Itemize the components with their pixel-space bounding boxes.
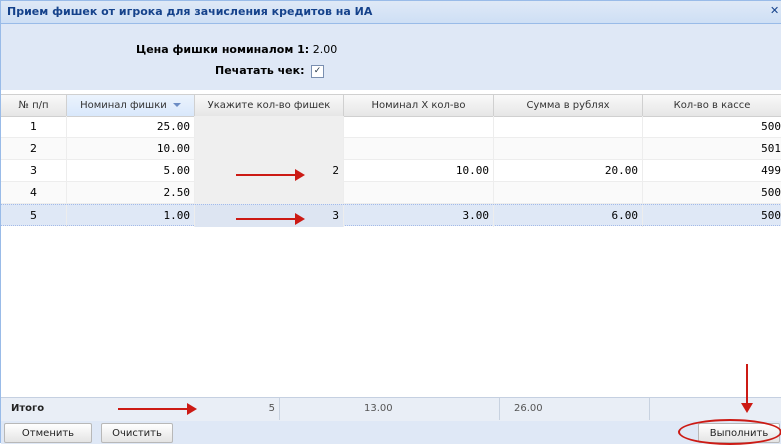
cell-quantity-input[interactable] [195,182,344,204]
column-header-quantity[interactable]: Укажите кол-во фишек [195,95,344,116]
annotation-arrow [236,213,305,225]
table-row[interactable]: 2 10.00 501 [1,138,781,160]
annotation-highlight-oval [678,419,781,445]
cancel-button[interactable]: Отменить [4,423,92,443]
clear-button[interactable]: Очистить [101,423,173,443]
cell-number: 3 [1,160,67,182]
totals-quantity: 5 [195,398,280,420]
print-receipt-label: Печатать чек: [215,64,305,77]
cell-cash: 500 [643,205,781,227]
cell-number: 5 [1,205,67,227]
cell-quantity-input[interactable] [195,138,344,160]
cell-sum [494,138,643,160]
dialog-window: Прием фишек от игрока для зачисления кре… [0,0,781,445]
column-header-nominal-label: Номинал фишки [80,100,167,111]
cell-sum [494,116,643,138]
table-row[interactable]: 1 25.00 500 [1,116,781,138]
sort-desc-icon [172,103,181,107]
grid-header: № п/п Номинал фишки Укажите кол-во фишек… [1,94,781,117]
cell-number: 1 [1,116,67,138]
cell-number: 2 [1,138,67,160]
column-header-product[interactable]: Номинал Х кол-во [344,95,494,116]
table-row-selected[interactable]: 5 1.00 3 3.00 6.00 500 [1,204,781,227]
dialog-titlebar[interactable]: Прием фишек от игрока для зачисления кре… [1,1,781,24]
cell-product: 3.00 [344,205,494,227]
cell-nominal: 2.50 [67,182,195,204]
button-bar: Отменить Очистить Выполнить [1,421,781,444]
price-row: Цена фишки номиналом 1: 2.00 [136,43,337,56]
price-value: 2.00 [312,43,338,56]
chips-grid: № п/п Номинал фишки Укажите кол-во фишек… [1,90,781,397]
print-receipt-checkbox[interactable]: ✓ [310,64,324,78]
cell-nominal: 10.00 [67,138,195,160]
cell-nominal: 5.00 [67,160,195,182]
cell-sum [494,182,643,204]
close-icon[interactable]: ✕ [770,4,781,18]
print-row: Печатать чек: ✓ [215,64,324,78]
cell-quantity-input[interactable]: 3 [195,205,344,227]
cell-sum: 20.00 [494,160,643,182]
column-header-sum[interactable]: Сумма в рублях [494,95,643,116]
cell-nominal: 25.00 [67,116,195,138]
totals-product: 13.00 [360,398,500,420]
totals-sum: 26.00 [510,398,650,420]
table-row[interactable]: 4 2.50 500 [1,182,781,204]
dialog-title: Прием фишек от игрока для зачисления кре… [7,5,373,18]
cell-nominal: 1.00 [67,205,195,227]
annotation-arrow-down [741,364,753,413]
totals-label: Итого [11,403,45,414]
cell-product [344,116,494,138]
cell-product: 10.00 [344,160,494,182]
chip-form-panel: Цена фишки номиналом 1: 2.00 Печатать че… [1,24,781,90]
cell-quantity-input[interactable] [195,116,344,138]
cell-product [344,138,494,160]
table-row[interactable]: 3 5.00 2 10.00 20.00 499 [1,160,781,182]
annotation-arrow [118,403,197,415]
cell-sum: 6.00 [494,205,643,227]
price-label: Цена фишки номиналом 1: [136,43,310,56]
cell-cash: 499 [643,160,781,182]
column-header-nominal[interactable]: Номинал фишки [67,95,195,116]
annotation-arrow [236,169,305,181]
cell-quantity-input[interactable]: 2 [195,160,344,182]
column-header-number[interactable]: № п/п [1,95,67,116]
column-header-cash[interactable]: Кол-во в кассе [643,95,781,116]
cell-cash: 500 [643,116,781,138]
cell-number: 4 [1,182,67,204]
cell-cash: 501 [643,138,781,160]
cell-product [344,182,494,204]
cell-cash: 500 [643,182,781,204]
